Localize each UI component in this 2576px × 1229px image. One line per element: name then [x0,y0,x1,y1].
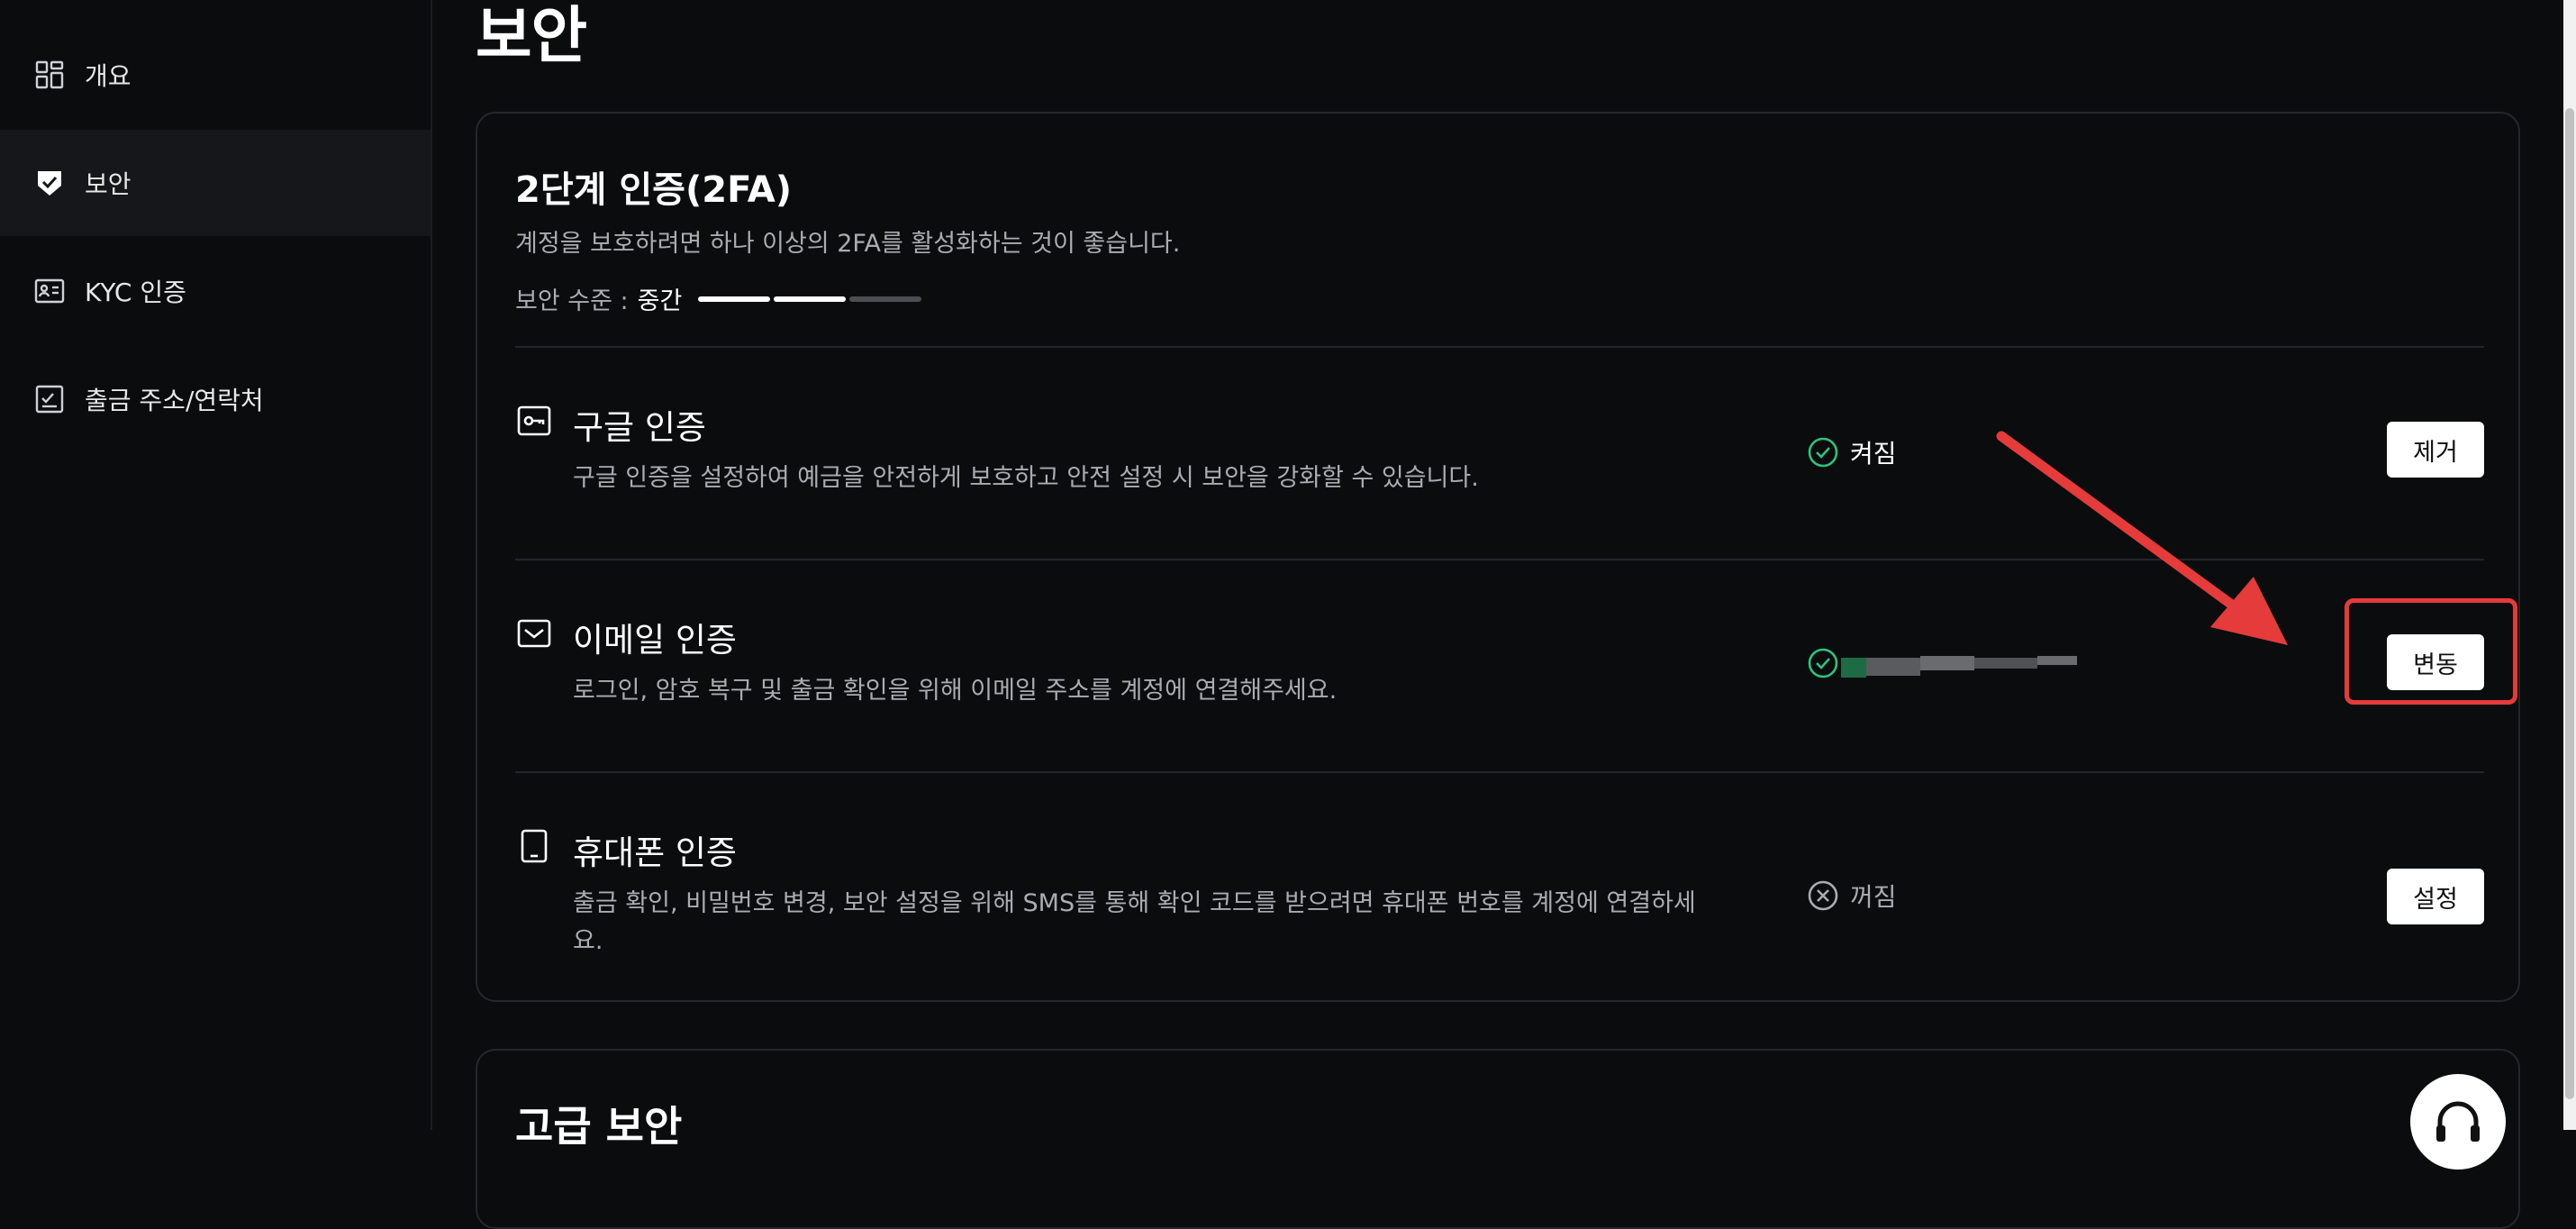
x-circle-icon [1808,880,1838,911]
key-icon [517,404,551,438]
google-auth-status: 켜짐 [1807,434,1897,470]
phone-auth-status-text: 꺼짐 [1850,882,1897,912]
annotation-arrow [1996,431,2288,645]
email-auth-title: 이메일 인증 [573,621,737,660]
security-level-bar [698,296,922,302]
phone-icon [517,829,551,863]
check-circle-icon [1808,648,1838,678]
google-auth-status-text: 켜짐 [1850,439,1897,469]
setup-phone-button[interactable]: 설정 [2387,869,2484,924]
security-level-label: 보안 수준 : [515,287,629,315]
sidebar-item-label: KYC 인증 [85,278,186,307]
shield-check-icon [34,168,65,198]
email-auth-description: 로그인, 암호 복구 및 출금 확인을 위해 이메일 주소를 계정에 연결해주세… [573,677,1338,705]
google-auth-description: 구글 인증을 설정하여 예금을 안전하게 보호하고 안전 설정 시 보안을 강화… [573,464,1479,492]
phone-auth-title: 휴대폰 인증 [573,833,737,872]
sidebar-item-label: 보안 [85,169,132,199]
advanced-security-title: 고급 보안 [515,1102,683,1151]
sidebar-item-label: 출금 주소/연락처 [85,386,264,415]
id-card-icon [34,276,65,306]
address-book-icon [34,384,65,414]
advanced-security-card: 고급 보안 [476,1049,2520,1229]
divider [515,771,2484,773]
security-level-value: 중간 [637,287,683,315]
security-level-segment [698,296,771,302]
sidebar-item-withdrawal-address[interactable]: 출금 주소/연락처 [0,346,431,452]
divider [515,346,2484,348]
phone-auth-description: 출금 확인, 비밀번호 변경, 보안 설정을 위해 SMS를 통해 확인 코드를… [573,889,1696,955]
security-level-segment [849,296,922,302]
sidebar-item-overview[interactable]: 개요 [0,22,431,128]
security-level: 보안 수준 : 중간 [515,281,922,316]
annotation-highlight-box [2345,598,2517,705]
check-circle-icon [1808,437,1838,468]
sidebar: 개요 보안 KYC 인증 출금 주소/연락처 [0,0,432,1130]
phone-auth-status: 꺼짐 [1807,878,1897,914]
remove-google-auth-button[interactable]: 제거 [2387,422,2484,478]
twofa-title: 2단계 인증(2FA) [515,169,793,211]
twofa-description: 계정을 보호하려면 하나 이상의 2FA를 활성화하는 것이 좋습니다. [515,230,1181,258]
sidebar-item-label: 개요 [85,61,132,91]
mail-icon [517,616,551,651]
sidebar-item-kyc[interactable]: KYC 인증 [0,238,431,344]
google-auth-title: 구글 인증 [573,408,706,447]
dashboard-icon [34,59,65,90]
page-title: 보안 [476,1,587,72]
sidebar-item-security[interactable]: 보안 [0,130,431,236]
support-button[interactable] [2410,1074,2506,1170]
security-level-segment [774,296,847,302]
scrollbar-thumb[interactable] [2565,108,2574,1099]
headset-icon [2436,1101,2480,1142]
